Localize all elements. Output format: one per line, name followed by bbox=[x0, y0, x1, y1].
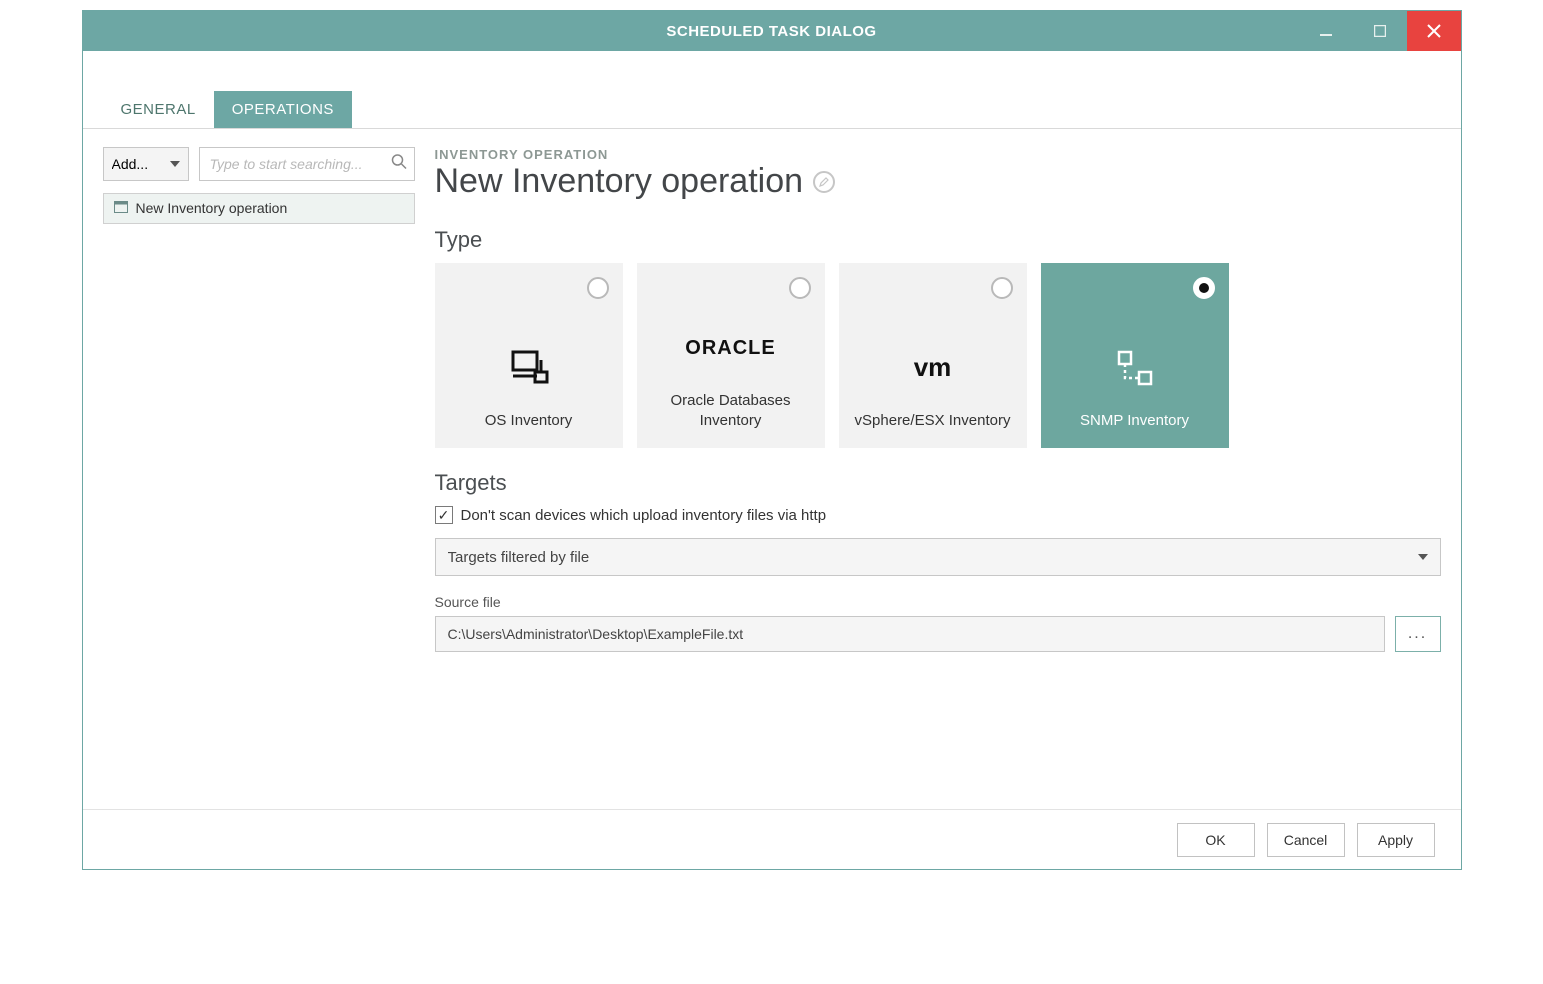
card-label: SNMP Inventory bbox=[1068, 411, 1201, 431]
maximize-button[interactable] bbox=[1353, 11, 1407, 51]
search-wrap bbox=[199, 147, 415, 181]
card-snmp-inventory[interactable]: SNMP Inventory bbox=[1041, 263, 1229, 448]
list-item[interactable]: New Inventory operation bbox=[104, 194, 414, 223]
targets-section-title: Targets bbox=[435, 470, 1441, 496]
titlebar: SCHEDULED TASK DIALOG bbox=[83, 11, 1461, 51]
tab-general[interactable]: GENERAL bbox=[103, 91, 214, 128]
radio-icon bbox=[789, 277, 811, 299]
operation-icon bbox=[114, 200, 128, 216]
tabs: GENERAL OPERATIONS bbox=[83, 51, 1461, 129]
sidebar-toolbar: Add... bbox=[103, 147, 415, 181]
maximize-icon bbox=[1374, 25, 1386, 37]
browse-button[interactable]: ... bbox=[1395, 616, 1441, 652]
main-panel: INVENTORY OPERATION New Inventory operat… bbox=[415, 147, 1441, 809]
add-dropdown[interactable]: Add... bbox=[103, 147, 189, 181]
card-vsphere-inventory[interactable]: vm vSphere/ESX Inventory bbox=[839, 263, 1027, 448]
radio-icon bbox=[991, 277, 1013, 299]
card-label: vSphere/ESX Inventory bbox=[843, 411, 1023, 431]
page-title: New Inventory operation bbox=[435, 162, 1441, 201]
os-icon bbox=[509, 333, 549, 403]
close-button[interactable] bbox=[1407, 11, 1461, 51]
list-item-label: New Inventory operation bbox=[136, 200, 288, 216]
cancel-button[interactable]: Cancel bbox=[1267, 823, 1345, 857]
apply-button[interactable]: Apply bbox=[1357, 823, 1435, 857]
sidebar-column: Add... New bbox=[103, 147, 415, 809]
source-file-input[interactable] bbox=[435, 616, 1385, 652]
card-oracle-inventory[interactable]: ORACLE Oracle Databases Inventory bbox=[637, 263, 825, 448]
search-icon bbox=[391, 154, 407, 175]
dialog-window: SCHEDULED TASK DIALOG GENERAL OPERATIONS bbox=[82, 10, 1462, 870]
ok-button[interactable]: OK bbox=[1177, 823, 1255, 857]
type-cards: OS Inventory ORACLE Oracle Databases Inv… bbox=[435, 263, 1441, 448]
checkbox-label: Don't scan devices which upload inventor… bbox=[461, 507, 827, 524]
close-icon bbox=[1427, 24, 1441, 38]
card-os-inventory[interactable]: OS Inventory bbox=[435, 263, 623, 448]
operation-list: New Inventory operation bbox=[104, 194, 414, 223]
checkbox-dont-scan[interactable]: ✓ bbox=[435, 506, 453, 524]
sidebar: New Inventory operation bbox=[103, 193, 415, 224]
radio-icon bbox=[587, 277, 609, 299]
targets-select[interactable]: Targets filtered by file bbox=[435, 538, 1441, 576]
oracle-icon: ORACLE bbox=[685, 313, 775, 383]
minimize-icon bbox=[1320, 25, 1332, 37]
type-section-title: Type bbox=[435, 227, 1441, 253]
edit-icon[interactable] bbox=[813, 171, 835, 193]
radio-icon bbox=[1193, 277, 1215, 299]
body-row: Add... New bbox=[83, 129, 1461, 809]
page-title-text: New Inventory operation bbox=[435, 162, 804, 201]
search-input[interactable] bbox=[199, 147, 415, 181]
checkbox-row: ✓ Don't scan devices which upload invent… bbox=[435, 506, 1441, 524]
footer: OK Cancel Apply bbox=[83, 809, 1461, 869]
file-row: ... bbox=[435, 616, 1441, 652]
card-label: Oracle Databases Inventory bbox=[637, 391, 825, 430]
card-label: OS Inventory bbox=[473, 411, 585, 431]
window-title: SCHEDULED TASK DIALOG bbox=[666, 23, 876, 40]
snmp-icon bbox=[1113, 333, 1157, 403]
titlebar-buttons bbox=[1299, 11, 1461, 51]
content: GENERAL OPERATIONS Add... bbox=[83, 51, 1461, 869]
tab-operations[interactable]: OPERATIONS bbox=[214, 91, 352, 128]
breadcrumb: INVENTORY OPERATION bbox=[435, 147, 1441, 162]
minimize-button[interactable] bbox=[1299, 11, 1353, 51]
source-file-label: Source file bbox=[435, 594, 1441, 610]
vmware-icon: vm bbox=[914, 333, 952, 403]
